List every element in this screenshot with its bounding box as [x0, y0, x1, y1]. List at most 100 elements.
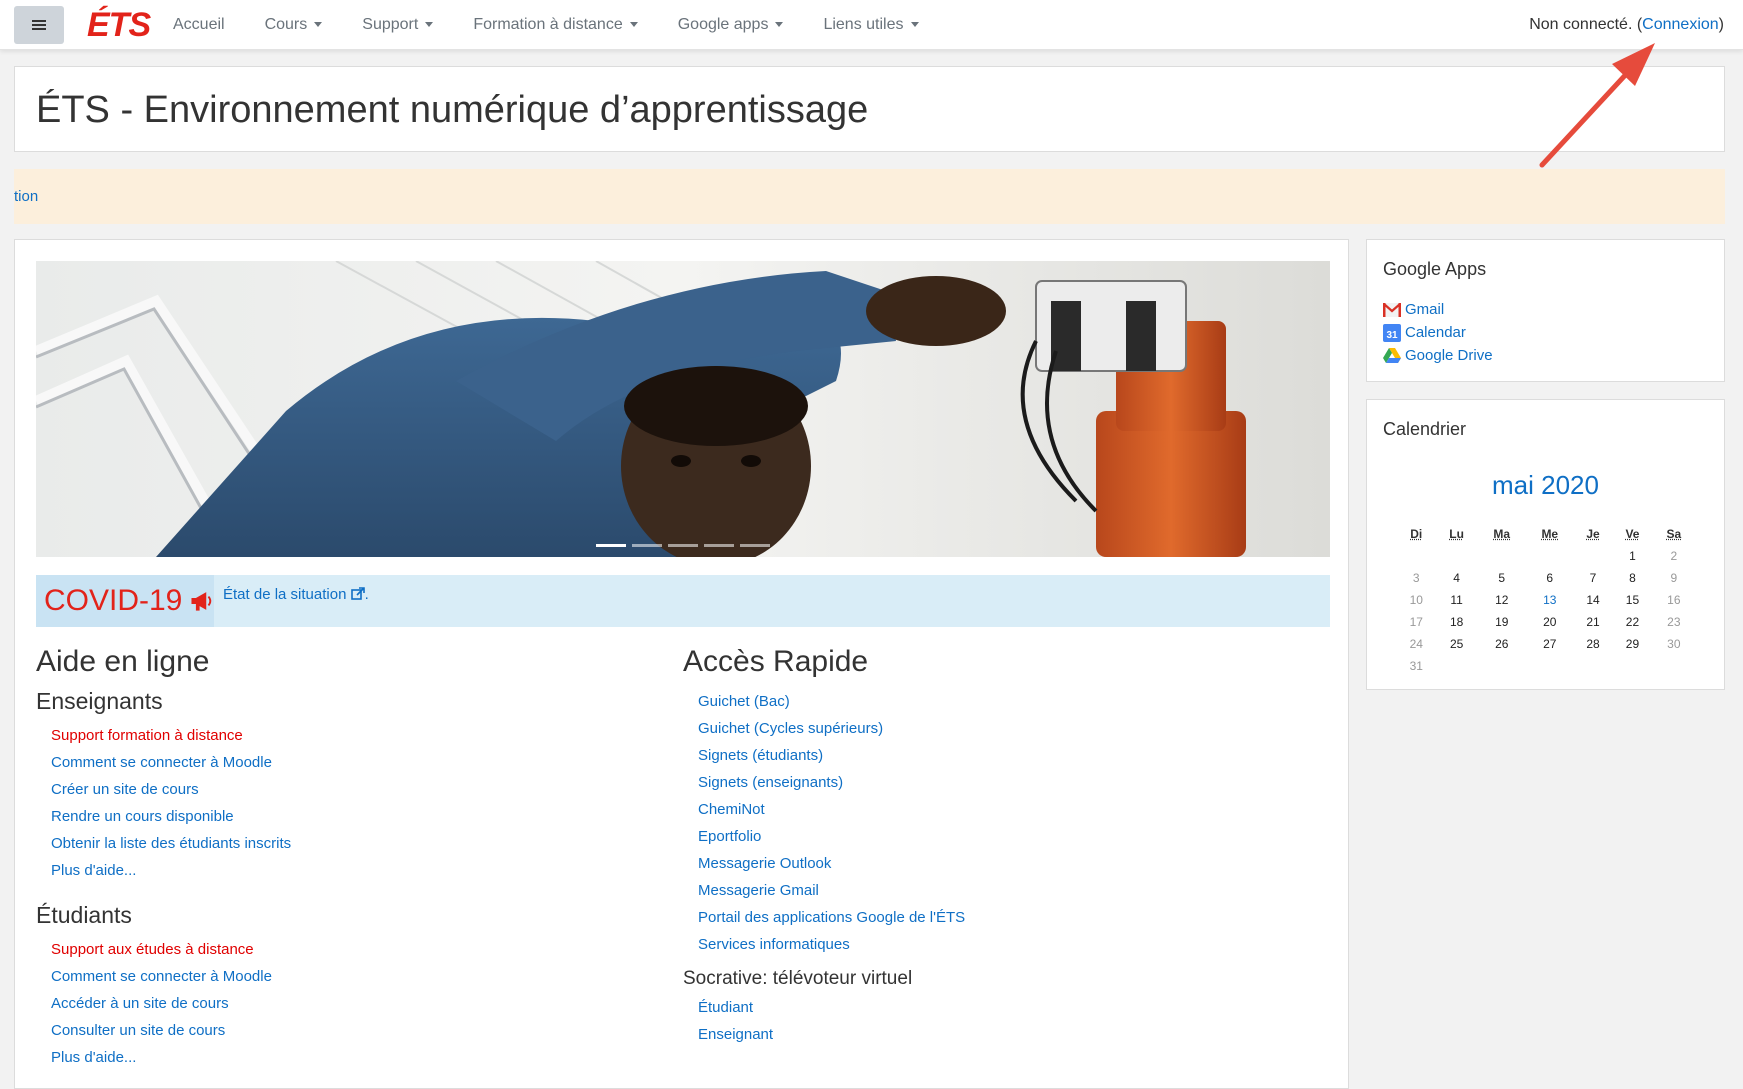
calendar-day[interactable]: 14: [1574, 589, 1612, 611]
calendar-day[interactable]: 7: [1574, 567, 1612, 589]
calendar-weekday: Je: [1586, 527, 1600, 541]
caret-down-icon: [314, 22, 323, 28]
enseignants-title: Enseignants: [36, 688, 163, 714]
calendar-week: 10 11 12 13 14 15 16: [1397, 589, 1695, 611]
link[interactable]: Guichet (Bac): [698, 693, 790, 710]
link[interactable]: Signets (enseignants): [698, 774, 843, 791]
link[interactable]: Rendre un cours disponible: [51, 808, 234, 825]
list-item: Support aux études à distance: [51, 936, 291, 963]
caret-down-icon: [775, 22, 784, 28]
calendar-day[interactable]: 18: [1435, 611, 1477, 633]
carousel-indicator[interactable]: [704, 544, 734, 547]
calendar-table: Di Lu Ma Me Je Ve Sa 1 2 3 4 5 6 7 8 9 10 11 12 13 14 15 16 17…: [1397, 523, 1695, 677]
svg-text:31: 31: [1386, 330, 1398, 341]
link[interactable]: Plus d'aide...: [51, 1049, 136, 1066]
calendar-day[interactable]: 15: [1612, 589, 1652, 611]
nav-item-accueil[interactable]: Accueil: [173, 16, 225, 34]
link[interactable]: Accéder à un site de cours: [51, 995, 229, 1012]
login-link[interactable]: Connexion: [1642, 16, 1719, 33]
calendar-day[interactable]: 23: [1653, 611, 1695, 633]
list-item: Plus d'aide...: [51, 1044, 291, 1071]
calendar-day[interactable]: 8: [1612, 567, 1652, 589]
calendar-day[interactable]: 24: [1397, 633, 1435, 655]
link[interactable]: Support formation à distance: [51, 727, 243, 744]
carousel-indicator[interactable]: [668, 544, 698, 547]
nav-item-liens-utiles[interactable]: Liens utiles: [823, 16, 919, 34]
calendar-day[interactable]: 31: [1397, 655, 1435, 677]
ets-logo[interactable]: ÉTS: [87, 6, 151, 45]
calendar-day[interactable]: 13: [1526, 589, 1574, 611]
nav-item-cours[interactable]: Cours: [265, 16, 323, 34]
list-item: Étudiant: [698, 994, 965, 1021]
calendar-day[interactable]: 21: [1574, 611, 1612, 633]
carousel-indicator[interactable]: [740, 544, 770, 547]
calendar-day[interactable]: 2: [1653, 545, 1695, 567]
list-item: Messagerie Outlook: [698, 850, 965, 877]
link[interactable]: Comment se connecter à Moodle: [51, 754, 272, 771]
menu-toggle-button[interactable]: [14, 6, 64, 44]
list-item: Comment se connecter à Moodle: [51, 749, 291, 776]
calendar-day[interactable]: 10: [1397, 589, 1435, 611]
calendar-day[interactable]: 12: [1478, 589, 1526, 611]
calendar-day[interactable]: 29: [1612, 633, 1652, 655]
calendar-day[interactable]: 1: [1612, 545, 1652, 567]
covid-status-link[interactable]: État de la situation .: [223, 586, 369, 603]
calendar-week: 12: [1397, 545, 1695, 567]
calendar-day[interactable]: 27: [1526, 633, 1574, 655]
calendar-day: [1478, 655, 1526, 677]
link[interactable]: Services informatiques: [698, 936, 850, 953]
calendar-day[interactable]: 4: [1435, 567, 1477, 589]
link[interactable]: Signets (étudiants): [698, 747, 823, 764]
calendar-day[interactable]: 22: [1612, 611, 1652, 633]
link[interactable]: Obtenir la liste des étudiants inscrits: [51, 835, 291, 852]
link[interactable]: Portail des applications Google de l'ÉTS: [698, 909, 965, 926]
nav-item-google-apps[interactable]: Google apps: [678, 16, 784, 34]
link[interactable]: Étudiant: [698, 999, 753, 1016]
google-drive-link[interactable]: Google Drive: [1383, 344, 1493, 367]
covid-status-link-text: État de la situation: [223, 586, 347, 603]
gmail-link[interactable]: Gmail: [1383, 298, 1493, 321]
nav-item-label: Liens utiles: [823, 16, 904, 33]
link[interactable]: ChemiNot: [698, 801, 765, 818]
list-item: Signets (étudiants): [698, 742, 965, 769]
link[interactable]: Guichet (Cycles supérieurs): [698, 720, 883, 737]
link[interactable]: Eportfolio: [698, 828, 761, 845]
calendar-day[interactable]: 9: [1653, 567, 1695, 589]
nav-item-formation-distance[interactable]: Formation à distance: [473, 16, 638, 34]
calendar-day[interactable]: 6: [1526, 567, 1574, 589]
link[interactable]: Consulter un site de cours: [51, 1022, 225, 1039]
calendar-day[interactable]: 25: [1435, 633, 1477, 655]
hero-carousel[interactable]: [36, 261, 1330, 557]
calendar-day[interactable]: 17: [1397, 611, 1435, 633]
link[interactable]: Support aux études à distance: [51, 941, 254, 958]
calendar-label: Calendar: [1405, 324, 1466, 341]
link[interactable]: Messagerie Gmail: [698, 882, 819, 899]
link[interactable]: Comment se connecter à Moodle: [51, 968, 272, 985]
carousel-indicator[interactable]: [632, 544, 662, 547]
carousel-indicator[interactable]: [596, 544, 626, 547]
calendar-day[interactable]: 11: [1435, 589, 1477, 611]
alert-link[interactable]: tion: [14, 188, 38, 205]
calendar-weekday: Ve: [1625, 527, 1640, 541]
caret-down-icon: [910, 22, 919, 28]
megaphone-icon: [191, 592, 212, 611]
link[interactable]: Plus d'aide...: [51, 862, 136, 879]
calendar-month[interactable]: mai 2020: [1367, 470, 1724, 501]
link[interactable]: Créer un site de cours: [51, 781, 199, 798]
calendar-day[interactable]: 30: [1653, 633, 1695, 655]
calendar-day[interactable]: 19: [1478, 611, 1526, 633]
login-status-close: ): [1718, 16, 1724, 33]
list-item: Créer un site de cours: [51, 776, 291, 803]
calendar-day[interactable]: 20: [1526, 611, 1574, 633]
link[interactable]: Enseignant: [698, 1026, 773, 1043]
calendar-link[interactable]: 31 Calendar: [1383, 321, 1493, 344]
calendar-icon: 31: [1383, 323, 1401, 342]
calendar-day[interactable]: 28: [1574, 633, 1612, 655]
calendar-day[interactable]: 16: [1653, 589, 1695, 611]
calendar-day[interactable]: 26: [1478, 633, 1526, 655]
link[interactable]: Messagerie Outlook: [698, 855, 831, 872]
covid-label: COVID-19: [36, 575, 214, 627]
nav-item-support[interactable]: Support: [362, 16, 434, 34]
calendar-day[interactable]: 5: [1478, 567, 1526, 589]
calendar-day[interactable]: 3: [1397, 567, 1435, 589]
